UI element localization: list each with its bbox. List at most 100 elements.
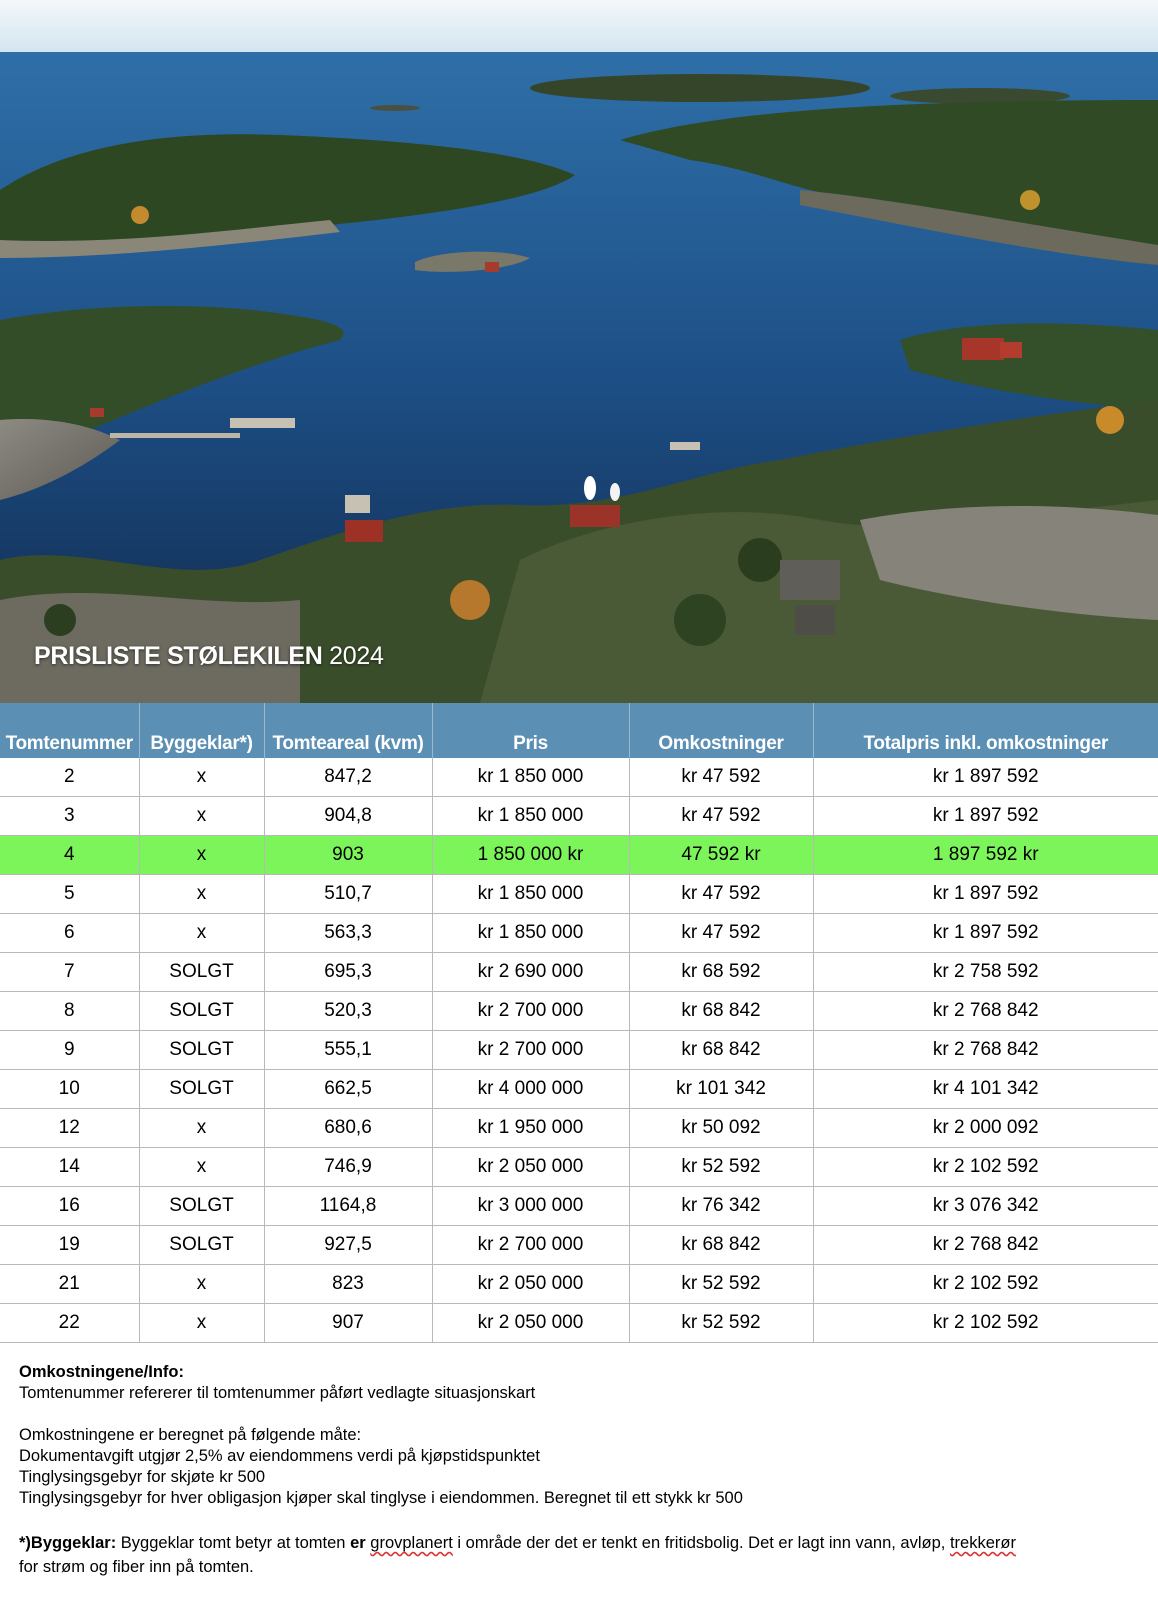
- cell-omkostninger: 47 592 kr: [629, 835, 814, 875]
- cell-byggeklar: SOLGT: [139, 991, 265, 1031]
- cell-omkostninger: kr 68 842: [629, 1030, 814, 1070]
- cell-tomteareal: 904,8: [264, 796, 433, 836]
- cell-tomtenummer: 16: [0, 1186, 140, 1226]
- cell-tomtenummer: 14: [0, 1147, 140, 1187]
- cell-totalpris: kr 1 897 592: [813, 874, 1158, 914]
- column-header-pris: Pris: [432, 703, 630, 758]
- cell-omkostninger: kr 47 592: [629, 758, 814, 797]
- table-body: 2 x 847,2 kr 1 850 000 kr 47 592 kr 1 897 592…: [0, 758, 1158, 1343]
- table-row: 21 x 823 kr 2 050 000 kr 52 592 kr 2 102 592: [0, 1264, 1158, 1304]
- cell-totalpris: kr 3 076 342: [813, 1186, 1158, 1226]
- cell-tomteareal: 907: [264, 1303, 433, 1343]
- column-header-tomtenummer: Tomtenummer: [0, 703, 140, 758]
- cell-byggeklar: x: [139, 913, 265, 953]
- cell-tomteareal: 903: [264, 835, 433, 875]
- cell-totalpris: kr 2 000 092: [813, 1108, 1158, 1148]
- cell-byggeklar: x: [139, 1303, 265, 1343]
- cell-totalpris: kr 2 768 842: [813, 1225, 1158, 1265]
- cell-tomteareal: 680,6: [264, 1108, 433, 1148]
- cell-tomteareal: 847,2: [264, 758, 433, 797]
- cell-omkostninger: kr 47 592: [629, 913, 814, 953]
- table-row: 9 SOLGT 555,1 kr 2 700 000 kr 68 842 kr 2 768…: [0, 1030, 1158, 1070]
- cell-tomtenummer: 21: [0, 1264, 140, 1304]
- cell-pris: kr 1 850 000: [432, 758, 630, 797]
- cell-pris: kr 1 850 000: [432, 874, 630, 914]
- cell-totalpris: kr 4 101 342: [813, 1069, 1158, 1109]
- cell-tomteareal: 746,9: [264, 1147, 433, 1187]
- cell-totalpris: kr 2 768 842: [813, 991, 1158, 1031]
- cell-tomtenummer: 4: [0, 835, 140, 875]
- cell-omkostninger: kr 52 592: [629, 1264, 814, 1304]
- notes-line-tomtenummer: Tomtenummer refererer til tomtenummer på…: [19, 1384, 536, 1402]
- cell-totalpris: kr 1 897 592: [813, 796, 1158, 836]
- cell-byggeklar: x: [139, 1108, 265, 1148]
- cell-totalpris: kr 2 768 842: [813, 1030, 1158, 1070]
- byggeklar-text: i område der det er tenkt en fritidsboli…: [452, 1534, 950, 1552]
- notes-heading: Omkostningene/Info:: [19, 1363, 184, 1381]
- table-row: 2 x 847,2 kr 1 850 000 kr 47 592 kr 1 897 592: [0, 758, 1158, 797]
- archipelago-aerial-image: [0, 0, 1158, 703]
- table-row: 14 x 746,9 kr 2 050 000 kr 52 592 kr 2 102 59…: [0, 1147, 1158, 1187]
- notes-byggeklar: *)Byggeklar: Byggeklar tomt betyr at tom…: [19, 1533, 1129, 1554]
- cell-tomtenummer: 8: [0, 991, 140, 1031]
- cell-omkostninger: kr 47 592: [629, 796, 814, 836]
- cell-tomteareal: 520,3: [264, 991, 433, 1031]
- table-row: 16 SOLGT 1164,8 kr 3 000 000 kr 76 342 kr 3 0…: [0, 1186, 1158, 1226]
- cell-byggeklar: SOLGT: [139, 1186, 265, 1226]
- notes-calc-line: Tinglysingsgebyr for skjøte kr 500: [19, 1468, 266, 1486]
- cell-byggeklar: x: [139, 796, 265, 836]
- cell-tomtenummer: 2: [0, 758, 140, 797]
- cell-totalpris: kr 1 897 592: [813, 913, 1158, 953]
- cell-omkostninger: kr 52 592: [629, 1147, 814, 1187]
- cell-pris: kr 2 050 000: [432, 1147, 630, 1187]
- cell-byggeklar: x: [139, 835, 265, 875]
- cell-omkostninger: kr 101 342: [629, 1069, 814, 1109]
- title-text: PRISLISTE STØLEKILEN: [34, 642, 323, 670]
- table-row: 22 x 907 kr 2 050 000 kr 52 592 kr 2 102 592: [0, 1303, 1158, 1343]
- byggeklar-text: grovplanert: [370, 1534, 453, 1552]
- cell-tomteareal: 510,7: [264, 874, 433, 914]
- page-title: PRISLISTE STØLEKILEN 2024: [34, 642, 384, 671]
- cell-byggeklar: SOLGT: [139, 1030, 265, 1070]
- cell-byggeklar: SOLGT: [139, 1225, 265, 1265]
- cell-pris: kr 1 850 000: [432, 796, 630, 836]
- cell-pris: kr 2 050 000: [432, 1303, 630, 1343]
- table-row: 10 SOLGT 662,5 kr 4 000 000 kr 101 342 kr 4 1…: [0, 1069, 1158, 1109]
- cell-totalpris: kr 2 102 592: [813, 1303, 1158, 1343]
- column-header-tomteareal: Tomteareal (kvm): [264, 703, 433, 758]
- byggeklar-text: Byggeklar tomt betyr at tomten: [120, 1534, 351, 1552]
- cell-pris: 1 850 000 kr: [432, 835, 630, 875]
- cell-tomteareal: 563,3: [264, 913, 433, 953]
- cell-tomteareal: 695,3: [264, 952, 433, 992]
- cell-byggeklar: SOLGT: [139, 1069, 265, 1109]
- cell-tomtenummer: 12: [0, 1108, 140, 1148]
- notes-byggeklar-line2: for strøm og fiber inn på tomten.: [19, 1558, 254, 1576]
- cell-pris: kr 4 000 000: [432, 1069, 630, 1109]
- cell-pris: kr 2 700 000: [432, 991, 630, 1031]
- cell-pris: kr 1 850 000: [432, 913, 630, 953]
- column-header-byggeklar: Byggeklar*): [139, 703, 265, 758]
- cell-tomtenummer: 5: [0, 874, 140, 914]
- table-row: 8 SOLGT 520,3 kr 2 700 000 kr 68 842 kr 2 768…: [0, 991, 1158, 1031]
- byggeklar-text: trekkerør: [949, 1534, 1016, 1552]
- cell-tomtenummer: 10: [0, 1069, 140, 1109]
- cell-totalpris: kr 1 897 592: [813, 758, 1158, 797]
- cell-byggeklar: x: [139, 1264, 265, 1304]
- cell-omkostninger: kr 68 842: [629, 991, 814, 1031]
- table-row: 7 SOLGT 695,3 kr 2 690 000 kr 68 592 kr 2 758…: [0, 952, 1158, 992]
- cell-tomteareal: 823: [264, 1264, 433, 1304]
- cell-totalpris: kr 2 102 592: [813, 1147, 1158, 1187]
- cell-tomteareal: 927,5: [264, 1225, 433, 1265]
- table-header-row: Tomtenummer Byggeklar*) Tomteareal (kvm)…: [0, 703, 1158, 758]
- cell-pris: kr 3 000 000: [432, 1186, 630, 1226]
- byggeklar-text: er: [350, 1534, 366, 1552]
- cell-totalpris: 1 897 592 kr: [813, 835, 1158, 875]
- column-header-totalpris: Totalpris inkl. omkostninger: [813, 703, 1158, 758]
- cell-omkostninger: kr 50 092: [629, 1108, 814, 1148]
- cell-tomteareal: 555,1: [264, 1030, 433, 1070]
- cell-omkostninger: kr 68 592: [629, 952, 814, 992]
- byggeklar-label: *)Byggeklar:: [19, 1534, 117, 1552]
- cell-byggeklar: x: [139, 874, 265, 914]
- cell-tomteareal: 1164,8: [264, 1186, 433, 1226]
- notes-calc-line: Tinglysingsgebyr for hver obligasjon kjø…: [19, 1489, 743, 1507]
